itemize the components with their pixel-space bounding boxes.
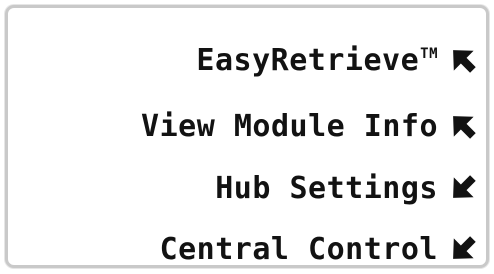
menu-screen: EasyRetrieveTM View Module Info Hub Sett… xyxy=(5,5,489,268)
arrow-up-right-icon xyxy=(448,45,478,75)
easyretrieve-menu-item[interactable]: EasyRetrieveTM xyxy=(196,38,478,82)
arrow-up-right-icon-svg xyxy=(453,50,476,73)
arrow-down-right-icon xyxy=(448,173,478,203)
hub-settings-label: Hub Settings xyxy=(215,170,438,206)
arrow-up-right-icon-svg xyxy=(453,116,476,139)
arrow-down-right-icon xyxy=(448,234,478,264)
hub-settings-menu-item[interactable]: Hub Settings xyxy=(215,166,478,210)
arrow-down-right-icon-svg xyxy=(453,236,476,259)
arrow-down-right-icon-svg xyxy=(453,175,476,198)
view-module-info-menu-item[interactable]: View Module Info xyxy=(141,104,478,148)
view-module-info-label: View Module Info xyxy=(141,108,438,144)
easyretrieve-label: EasyRetrieveTM xyxy=(196,43,438,78)
trademark-symbol: TM xyxy=(420,45,438,62)
central-control-menu-item[interactable]: Central Control xyxy=(159,227,478,267)
easyretrieve-text: EasyRetrieve xyxy=(196,42,420,78)
central-control-label: Central Control xyxy=(159,231,438,267)
arrow-up-right-icon xyxy=(448,111,478,141)
